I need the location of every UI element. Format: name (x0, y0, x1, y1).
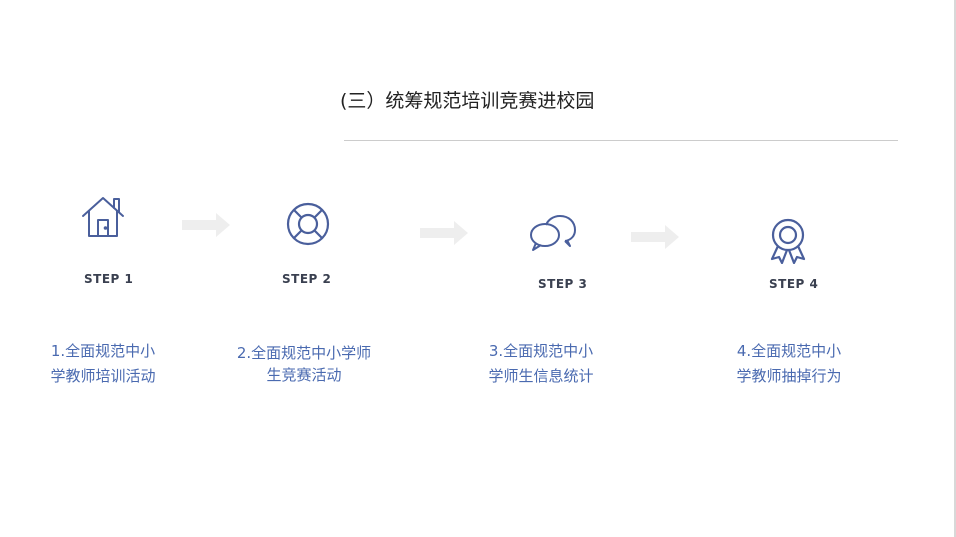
step-1-description-line-2: 学教师培训活动 (50, 367, 156, 385)
award-ribbon-icon (768, 218, 808, 264)
step-3-description-line-1: 3.全面规范中小 (488, 342, 594, 360)
step-3-description-line-2: 学师生信息统计 (488, 367, 594, 385)
step-3-label: STEP 3 (538, 277, 588, 291)
step-1-description-line-1: 1.全面规范中小 (50, 342, 156, 360)
lifebuoy-icon (286, 202, 330, 246)
page-title: (三）统筹规范培训竞赛进校园 (340, 90, 595, 112)
house-icon (80, 194, 126, 240)
step-4-description: 4.全面规范中小 学教师抽掉行为 (718, 339, 860, 389)
step-3-description: 3.全面规范中小 学师生信息统计 (469, 339, 613, 389)
step-2-label: STEP 2 (282, 272, 332, 286)
arrow-icon (420, 221, 468, 249)
step-4-description-line-1: 4.全面规范中小 (736, 342, 842, 360)
title-underline (344, 140, 898, 141)
chat-bubbles-icon (529, 211, 577, 253)
step-4-description-line-2: 学教师抽掉行为 (736, 367, 842, 385)
arrow-icon (182, 213, 230, 241)
step-1-description: 1.全面规范中小 学教师培训活动 (32, 339, 174, 389)
step-2-description-line-2: 生竞赛活动 (266, 366, 342, 384)
step-2-description-line-1: 2.全面规范中小学师 (236, 344, 372, 362)
step-1-label: STEP 1 (84, 272, 134, 286)
step-4-label: STEP 4 (769, 277, 819, 291)
step-2-description: 2.全面规范中小学师 生竞赛活动 (222, 342, 386, 386)
arrow-icon (631, 225, 679, 253)
